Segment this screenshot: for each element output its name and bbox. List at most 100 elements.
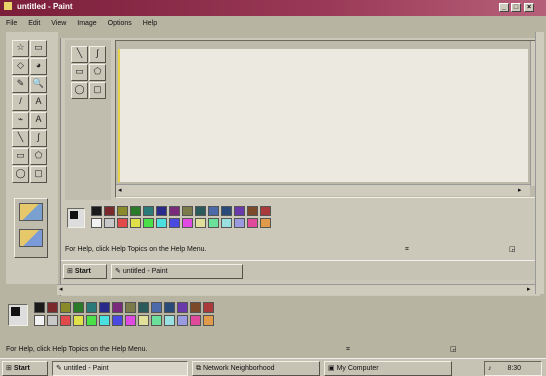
color-swatch[interactable] [151,302,162,313]
curve-icon[interactable]: ∫ [30,130,47,147]
scroll-right-icon[interactable]: ▸ [518,186,522,194]
color-swatch[interactable] [151,315,162,326]
menu-options[interactable]: Options [108,20,132,27]
color-swatch[interactable] [130,206,141,216]
color-swatch[interactable] [164,315,175,326]
color-swatch[interactable] [91,218,102,228]
color-swatch[interactable] [47,315,58,326]
outer-horizontal-scrollbar[interactable]: ◂ ▸ [57,284,539,295]
minimize-button[interactable]: _ [499,3,509,12]
fill-icon[interactable]: ◕ [30,58,47,75]
color-swatch[interactable] [138,315,149,326]
ellipse-icon[interactable]: ◯ [12,166,29,183]
color-swatch[interactable] [117,206,128,216]
color-swatch[interactable] [195,206,206,216]
color-swatch[interactable] [247,206,258,216]
outer-scroll-right-icon[interactable]: ▸ [527,285,531,293]
eraser-icon[interactable]: ◇ [12,58,29,75]
menu-image[interactable]: Image [77,20,96,27]
speaker-icon[interactable]: ♪ [488,365,492,372]
color-swatch[interactable] [221,206,232,216]
color-swatch[interactable] [164,302,175,313]
color-swatch[interactable] [117,218,128,228]
inner-task-paint[interactable]: ✎ untitled - Paint [111,264,243,279]
brush-icon[interactable]: A [30,94,47,111]
color-swatch[interactable] [169,206,180,216]
current-colors[interactable] [67,208,85,228]
color-swatch[interactable] [203,315,214,326]
task-my-computer[interactable]: ▣ My Computer [324,361,452,376]
text-icon[interactable]: A [30,112,47,129]
color-swatch[interactable] [86,315,97,326]
color-swatch[interactable] [169,218,180,228]
polygon-icon[interactable]: ⬠ [89,64,106,81]
ellipse-icon[interactable]: ◯ [71,82,88,99]
option-opaque-icon[interactable] [19,229,43,247]
pencil-icon[interactable]: / [12,94,29,111]
color-swatch[interactable] [125,302,136,313]
outer-vertical-scrollbar[interactable] [535,32,544,294]
rounded-rect-icon[interactable]: ▢ [30,166,47,183]
line-icon[interactable]: ╲ [12,130,29,147]
color-swatch[interactable] [47,302,58,313]
magnifier-icon[interactable]: 🔍 [30,76,47,93]
color-swatch[interactable] [138,302,149,313]
color-swatch[interactable] [234,206,245,216]
color-swatch[interactable] [104,218,115,228]
color-swatch[interactable] [34,315,45,326]
option-transparent-icon[interactable] [19,203,43,221]
drawing-canvas[interactable] [118,49,528,182]
color-swatch[interactable] [34,302,45,313]
color-swatch[interactable] [143,206,154,216]
color-swatch[interactable] [182,218,193,228]
color-swatch[interactable] [91,206,102,216]
polygon-icon[interactable]: ⬠ [30,148,47,165]
color-swatch[interactable] [60,302,71,313]
color-picker-icon[interactable]: ✎ [12,76,29,93]
color-swatch[interactable] [143,218,154,228]
color-swatch[interactable] [260,206,271,216]
color-swatch[interactable] [177,302,188,313]
select-icon[interactable]: ▭ [30,40,47,57]
task-network[interactable]: ⧉ Network Neighborhood [192,361,320,376]
menu-edit[interactable]: Edit [28,20,40,27]
color-swatch[interactable] [112,315,123,326]
scroll-left-icon[interactable]: ◂ [118,186,122,194]
color-swatch[interactable] [182,206,193,216]
color-swatch[interactable] [73,302,84,313]
color-swatch[interactable] [234,218,245,228]
outer-scroll-left-icon[interactable]: ◂ [59,285,63,293]
color-swatch[interactable] [112,302,123,313]
color-swatch[interactable] [247,218,258,228]
color-swatch[interactable] [208,218,219,228]
color-swatch[interactable] [86,302,97,313]
menu-view[interactable]: View [51,20,66,27]
color-swatch[interactable] [99,302,110,313]
color-swatch[interactable] [156,218,167,228]
menu-file[interactable]: File [6,20,17,27]
task-paint[interactable]: ✎ untitled - Paint [52,361,188,376]
horizontal-scrollbar[interactable]: ◂ ▸ [116,184,530,196]
start-button[interactable]: ⊞ Start [2,361,48,376]
color-swatch[interactable] [60,315,71,326]
airbrush-icon[interactable]: ⌁ [12,112,29,129]
menu-help[interactable]: Help [143,20,157,27]
color-swatch[interactable] [104,206,115,216]
close-button[interactable]: × [524,3,534,12]
outer-current-colors[interactable] [8,304,28,326]
color-swatch[interactable] [260,218,271,228]
rectangle-icon[interactable]: ▭ [71,64,88,81]
inner-start-button[interactable]: ⊞ Start [63,264,107,279]
color-swatch[interactable] [177,315,188,326]
rectangle-icon[interactable]: ▭ [12,148,29,165]
rounded-rect-icon[interactable]: ▢ [89,82,106,99]
color-swatch[interactable] [195,218,206,228]
color-swatch[interactable] [73,315,84,326]
color-swatch[interactable] [156,206,167,216]
free-select-icon[interactable]: ☆ [12,40,29,57]
color-swatch[interactable] [125,315,136,326]
color-swatch[interactable] [130,218,141,228]
color-swatch[interactable] [190,302,201,313]
color-swatch[interactable] [190,315,201,326]
color-swatch[interactable] [99,315,110,326]
